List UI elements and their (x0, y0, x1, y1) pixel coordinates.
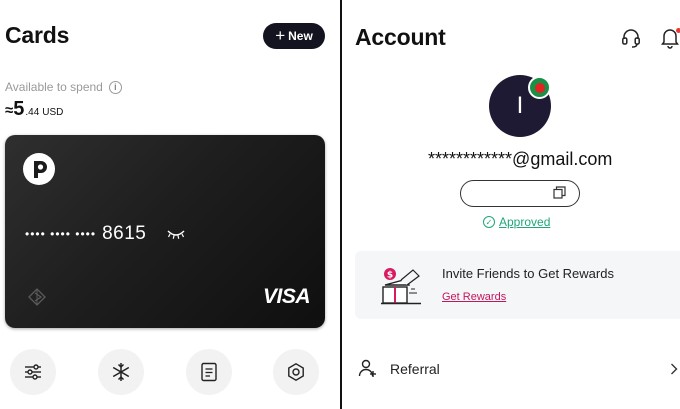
approved-label: Approved (499, 215, 551, 229)
card-number-masked: •••• •••• •••• (25, 227, 97, 241)
new-button-label: New (288, 29, 313, 43)
menu-item-referral[interactable]: Referral (355, 350, 680, 386)
card-last4: 8615 (102, 223, 147, 244)
verification-status[interactable]: ✓ Approved (483, 215, 550, 229)
cards-screen: Cards + New Available to spend i ≈ 5 .44… (0, 0, 340, 409)
available-to-spend: Available to spend i (5, 80, 122, 94)
plus-icon: + (275, 25, 286, 45)
contactless-icon (25, 285, 51, 314)
available-label: Available to spend (5, 80, 103, 94)
chevron-right-icon (670, 362, 678, 380)
sliders-icon (25, 364, 41, 380)
balance-decimal: .44 (25, 107, 40, 118)
person-add-icon (358, 358, 378, 383)
payment-card[interactable]: •••• •••• •••• 8615 VISA (5, 135, 325, 328)
account-email: ************@gmail.com (428, 149, 613, 169)
freeze-action-button[interactable] (98, 349, 144, 395)
balance: ≈ 5 .44 USD (5, 98, 63, 121)
balance-approx: ≈ (5, 102, 14, 119)
eye-closed-icon[interactable] (166, 227, 186, 245)
get-rewards-link[interactable]: Get Rewards (442, 291, 506, 303)
invite-banner[interactable]: $ Invite Friends to Get Rewards Get Rewa… (355, 251, 680, 319)
gift-icon: $ (379, 265, 425, 312)
svg-text:$: $ (387, 271, 393, 281)
info-icon[interactable]: i (108, 80, 122, 94)
security-action-button[interactable] (273, 349, 319, 395)
menu-item-label: Referral (390, 361, 440, 377)
account-screen: Account I ************@gmail.com ✓ Appro… (342, 0, 680, 409)
new-card-button[interactable]: + New (263, 23, 325, 49)
card-network-visa: VISA (262, 285, 311, 308)
balance-currency: USD (42, 107, 64, 118)
invite-title: Invite Friends to Get Rewards (442, 266, 614, 281)
notification-dot (676, 28, 680, 33)
card-number: •••• •••• •••• 8615 (25, 223, 146, 245)
document-icon (201, 362, 217, 382)
details-action-button[interactable] (186, 349, 232, 395)
p-logo-icon (23, 153, 55, 185)
balance-integer: 5 (13, 98, 25, 120)
settings-action-button[interactable] (10, 349, 56, 395)
copy-icon[interactable] (553, 186, 566, 204)
check-circle-icon: ✓ (483, 216, 495, 228)
card-actions (0, 349, 340, 409)
page-title: Cards (5, 22, 70, 48)
country-flag-badge (528, 76, 551, 99)
snowflake-icon (112, 363, 130, 381)
page-title: Account (355, 24, 446, 50)
headset-icon[interactable] (620, 27, 642, 54)
hexagon-icon (288, 362, 304, 382)
